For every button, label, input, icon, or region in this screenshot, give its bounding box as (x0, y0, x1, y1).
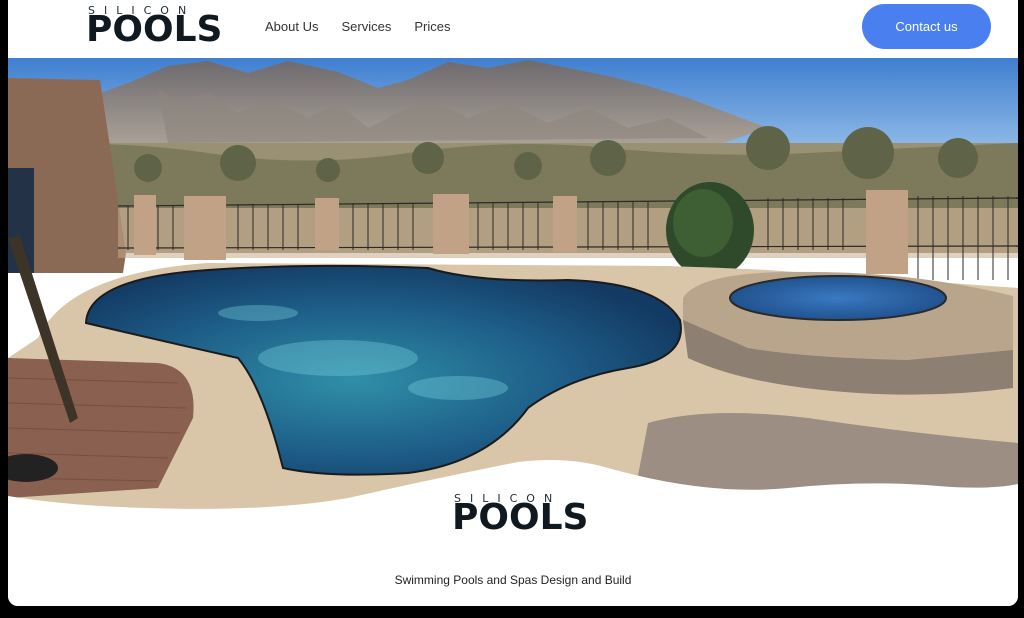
nav-about-us[interactable]: About Us (265, 19, 318, 34)
contact-us-button[interactable]: Contact us (862, 4, 991, 49)
site-header: SILICON POOLS About Us Services Prices C… (8, 0, 1018, 58)
page-frame: SILICON POOLS About Us Services Prices C… (8, 0, 1018, 606)
tagline: Swimming Pools and Spas Design and Build (394, 573, 632, 587)
site-logo[interactable]: SILICON POOLS (86, 4, 222, 50)
logo-main-word: POOLS (86, 9, 223, 50)
footer-logo[interactable]: SILICON POOLS (452, 492, 588, 542)
footer-logo-main-word: POOLS (452, 497, 589, 538)
nav-services[interactable]: Services (341, 19, 391, 34)
main-nav: About Us Services Prices (265, 19, 450, 34)
nav-prices[interactable]: Prices (414, 19, 450, 34)
